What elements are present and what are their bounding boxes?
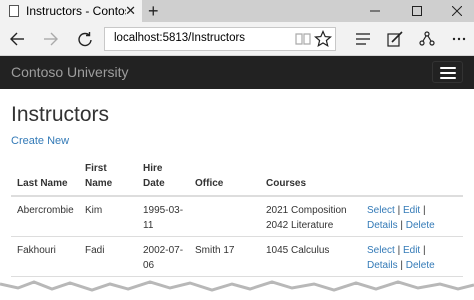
torn-edge-decoration bbox=[0, 280, 474, 300]
back-arrow-icon bbox=[10, 32, 24, 46]
refresh-icon bbox=[78, 32, 92, 47]
header-last-name: Last Name bbox=[17, 178, 68, 189]
edit-link[interactable]: Edit bbox=[403, 205, 420, 216]
maximize-button[interactable] bbox=[400, 0, 434, 22]
hamburger-icon bbox=[440, 67, 456, 69]
web-note-icon bbox=[387, 31, 403, 47]
new-tab-button[interactable]: + bbox=[148, 1, 159, 21]
hub-button[interactable] bbox=[352, 28, 374, 50]
action-separator: | bbox=[422, 245, 426, 256]
browser-tab-strip: Instructors - Contoso Ur ✕ + bbox=[0, 0, 474, 22]
cell-hire-date-line1: 1995-03- bbox=[143, 205, 184, 216]
tab-title: Instructors - Contoso Ur bbox=[26, 4, 126, 18]
table-header-divider bbox=[11, 195, 463, 197]
cell-course: 1045 Calculus bbox=[266, 245, 330, 256]
page-title: Instructors bbox=[11, 103, 110, 126]
cell-course: 2021 Composition bbox=[266, 205, 347, 216]
delete-link[interactable]: Delete bbox=[406, 220, 435, 231]
back-button[interactable] bbox=[6, 28, 28, 50]
edit-link[interactable]: Edit bbox=[403, 245, 420, 256]
url-text[interactable]: localhost:5813/Instructors bbox=[114, 32, 245, 44]
row-actions-line2: Details | Delete bbox=[367, 218, 435, 233]
more-icon bbox=[452, 37, 466, 41]
row-actions-line1: Select | Edit | bbox=[367, 243, 426, 258]
minimize-icon bbox=[370, 10, 380, 12]
more-button[interactable] bbox=[448, 28, 470, 50]
select-link[interactable]: Select bbox=[367, 205, 395, 216]
cell-office: Smith 17 bbox=[195, 245, 235, 256]
create-new-link[interactable]: Create New bbox=[11, 135, 69, 147]
forward-arrow-icon bbox=[44, 32, 58, 46]
minimize-button[interactable] bbox=[358, 0, 392, 22]
cell-first-name: Fadi bbox=[85, 245, 105, 256]
action-separator: | bbox=[397, 205, 401, 216]
hamburger-icon bbox=[440, 72, 456, 74]
window-close-icon bbox=[452, 6, 462, 16]
header-office: Office bbox=[195, 178, 224, 189]
tab-close-icon[interactable]: ✕ bbox=[125, 3, 136, 19]
site-navbar: Contoso University bbox=[0, 56, 474, 89]
maximize-icon bbox=[412, 6, 422, 16]
forward-button[interactable] bbox=[40, 28, 62, 50]
header-hire-date-line1: Hire bbox=[143, 163, 163, 174]
cell-last-name: Fakhouri bbox=[17, 245, 56, 256]
cell-last-name: Abercrombie bbox=[17, 205, 74, 216]
cell-course: 2042 Literature bbox=[266, 220, 334, 231]
select-link[interactable]: Select bbox=[367, 245, 395, 256]
reading-view-icon[interactable] bbox=[295, 31, 311, 47]
hub-icon bbox=[356, 33, 370, 45]
browser-toolbar: localhost:5813/Instructors bbox=[0, 22, 474, 56]
header-first-name-line2: Name bbox=[85, 178, 113, 189]
header-courses: Courses bbox=[266, 178, 307, 189]
window-close-button[interactable] bbox=[440, 0, 474, 22]
action-separator: | bbox=[397, 245, 401, 256]
action-separator: | bbox=[422, 205, 426, 216]
cell-hire-date-line1: 2002-07- bbox=[143, 245, 184, 256]
web-note-button[interactable] bbox=[384, 28, 406, 50]
page-icon bbox=[9, 5, 19, 17]
cell-first-name: Kim bbox=[85, 205, 103, 216]
share-icon bbox=[419, 31, 435, 46]
refresh-button[interactable] bbox=[74, 28, 96, 50]
address-bar[interactable]: localhost:5813/Instructors bbox=[104, 27, 336, 51]
header-first-name-line1: First bbox=[85, 163, 107, 174]
header-hire-date-line2: Date bbox=[143, 178, 165, 189]
hamburger-icon bbox=[440, 77, 456, 79]
share-button[interactable] bbox=[416, 28, 438, 50]
table-row-divider bbox=[11, 236, 463, 237]
action-separator: | bbox=[400, 220, 403, 231]
browser-tab[interactable]: Instructors - Contoso Ur ✕ bbox=[0, 0, 142, 22]
cell-hire-date-line2: 11 bbox=[143, 220, 154, 231]
brand-link[interactable]: Contoso University bbox=[11, 64, 129, 80]
favorite-star-icon[interactable] bbox=[314, 30, 332, 48]
row-actions-line1: Select | Edit | bbox=[367, 203, 426, 218]
nav-toggle-button[interactable] bbox=[432, 61, 463, 83]
details-link[interactable]: Details bbox=[367, 220, 398, 231]
